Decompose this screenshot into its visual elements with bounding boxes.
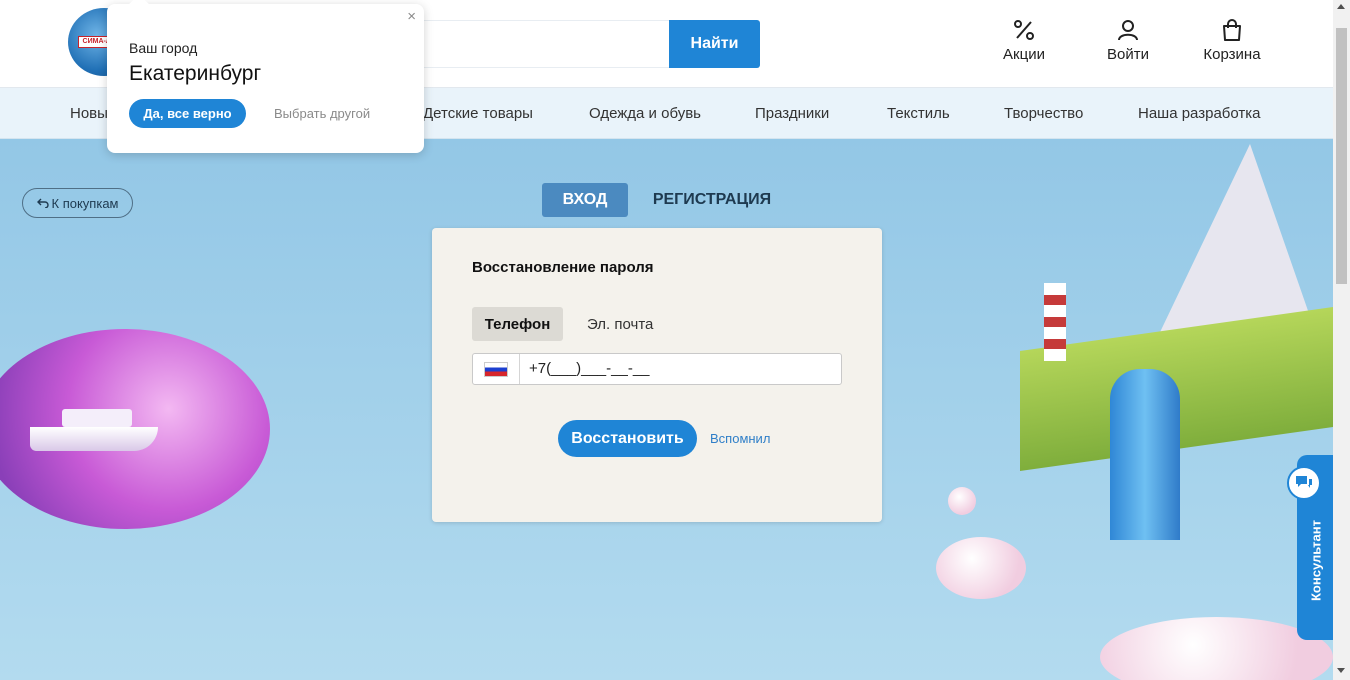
user-icon xyxy=(1118,20,1138,41)
page-scrollbar[interactable] xyxy=(1333,0,1350,680)
tab-register[interactable]: РЕГИСТРАЦИЯ xyxy=(648,183,776,217)
cart-label: Корзина xyxy=(1203,46,1261,63)
search-button[interactable]: Найти xyxy=(669,20,760,68)
lighthouse-image xyxy=(1044,283,1066,361)
scroll-down-icon[interactable] xyxy=(1337,668,1345,673)
cloud-image xyxy=(948,487,976,515)
popup-arrow xyxy=(129,0,149,14)
login-link[interactable]: Войти xyxy=(1088,18,1168,63)
close-icon[interactable]: × xyxy=(407,8,416,25)
scroll-thumb[interactable] xyxy=(1336,28,1347,284)
nav-item-our-development[interactable]: Наша разработка xyxy=(1138,105,1261,122)
back-to-shopping-button[interactable]: К покупкам xyxy=(22,188,133,218)
search-input[interactable] xyxy=(420,20,669,68)
confirm-city-button[interactable]: Да, все верно xyxy=(129,99,246,128)
airship-cabin-image xyxy=(62,409,132,427)
choose-other-city-link[interactable]: Выбрать другой xyxy=(274,106,370,121)
restore-button[interactable]: Восстановить xyxy=(558,420,697,457)
login-label: Войти xyxy=(1107,46,1149,63)
phone-field[interactable]: +7(___)___-__-__ xyxy=(472,353,842,385)
russia-flag-icon xyxy=(484,361,508,377)
nav-item-kids[interactable]: Детские товары xyxy=(423,105,533,122)
airship-gondola-image xyxy=(30,427,158,451)
recovery-title: Восстановление пароля xyxy=(472,259,654,276)
country-selector[interactable] xyxy=(473,354,520,384)
promotions-label: Акции xyxy=(1003,46,1045,63)
nav-item-clothes[interactable]: Одежда и обувь xyxy=(589,105,701,122)
nav-item-textile[interactable]: Текстиль xyxy=(887,105,950,122)
waterfall-image xyxy=(1110,369,1180,540)
cart-link[interactable]: Корзина xyxy=(1192,18,1272,63)
city-popup: × Ваш город Екатеринбург Да, все верно В… xyxy=(107,0,424,153)
chat-icon[interactable] xyxy=(1287,466,1321,500)
nav-item-holidays[interactable]: Праздники xyxy=(755,105,829,122)
bag-icon xyxy=(1223,19,1241,41)
phone-input[interactable]: +7(___)___-__-__ xyxy=(529,354,650,384)
nav-item-new[interactable]: Новы xyxy=(70,105,108,122)
tab-login[interactable]: ВХОД xyxy=(542,183,628,217)
password-recovery-card: Восстановление пароля Телефон Эл. почта … xyxy=(432,228,882,522)
back-arrow-icon xyxy=(36,198,49,208)
consultant-label: Консультант xyxy=(1308,520,1324,602)
promotions-link[interactable]: Акции xyxy=(984,18,1064,63)
scroll-up-icon[interactable] xyxy=(1337,4,1345,9)
back-to-shopping-label: К покупкам xyxy=(51,195,119,211)
nav-item-creativity[interactable]: Творчество xyxy=(1004,105,1083,122)
percent-icon xyxy=(1014,20,1034,40)
city-label: Ваш город xyxy=(129,40,198,56)
tab-email[interactable]: Эл. почта xyxy=(587,307,653,341)
tab-phone[interactable]: Телефон xyxy=(472,307,563,341)
cloud-image xyxy=(936,537,1026,599)
city-name: Екатеринбург xyxy=(129,62,262,85)
remembered-link[interactable]: Вспомнил xyxy=(710,431,770,446)
